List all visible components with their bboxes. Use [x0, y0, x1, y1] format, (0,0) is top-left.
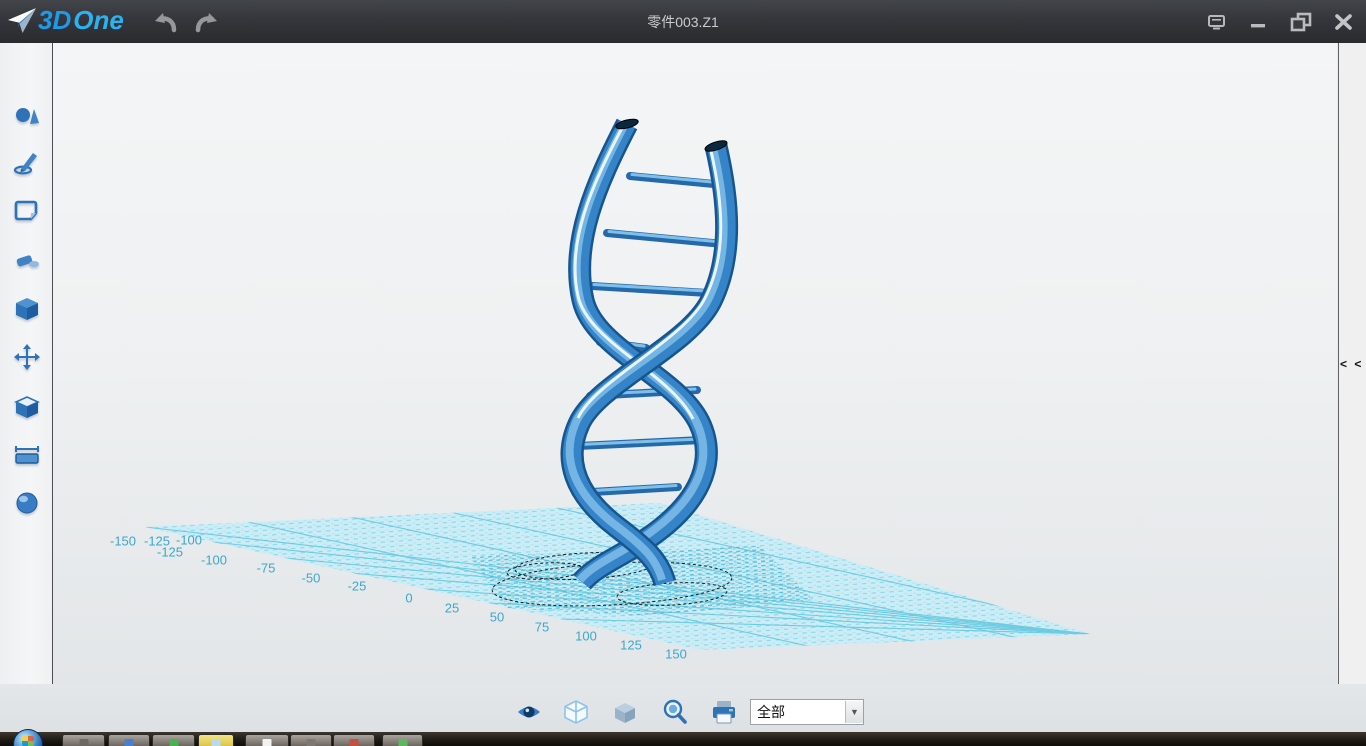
display-filter-dropdown[interactable]: 全部 ▼: [750, 699, 864, 725]
display-settings-button[interactable]: [1201, 8, 1231, 36]
sketch-draw-icon[interactable]: [13, 148, 41, 176]
taskbar-button[interactable]: [152, 734, 195, 746]
document-title: 零件003.Z1: [0, 0, 1366, 43]
move-transform-icon[interactable]: [13, 343, 41, 371]
grid-axis-label: -100: [201, 553, 227, 568]
material-sphere-icon[interactable]: [13, 489, 41, 517]
grid-axis-label: -25: [348, 579, 367, 594]
taskbar-button[interactable]: [333, 734, 375, 746]
windows-flag-icon: [22, 736, 34, 746]
grid-axis-label: 150: [665, 647, 687, 662]
grid-axis-label: -150: [110, 534, 136, 549]
taskbar-button[interactable]: [62, 734, 105, 746]
grid-axis-label: 75: [535, 620, 549, 635]
windows-taskbar: [0, 732, 1366, 746]
display-icon: [1208, 15, 1225, 30]
viewport-3d[interactable]: -150 -125 -100 -125 -100 -75 -50 -25 0 2…: [53, 43, 1337, 685]
display-filter-value: 全部: [751, 702, 845, 722]
print-icon[interactable]: [711, 699, 737, 725]
wireframe-cube-icon[interactable]: [563, 699, 589, 725]
extract-box-icon[interactable]: [13, 392, 41, 420]
close-button[interactable]: [1328, 8, 1358, 36]
taskbar-button[interactable]: [245, 734, 289, 746]
measure-ruler-icon[interactable]: [13, 441, 41, 469]
grid-axis-label: 125: [620, 638, 642, 653]
grid-axis-label: 0: [405, 591, 412, 606]
restore-button[interactable]: [1286, 8, 1316, 36]
taskbar-button[interactable]: [108, 734, 150, 746]
3done-application-window: 3D One 零件003.Z1: [0, 0, 1366, 746]
grid-axis-label: 100: [575, 629, 597, 644]
grid-axis-label: 25: [445, 601, 459, 616]
zoom-magnifier-icon[interactable]: [662, 699, 688, 725]
taskbar-button-folder[interactable]: [198, 734, 234, 746]
visibility-eye-icon[interactable]: [516, 699, 542, 725]
eraser-icon[interactable]: [13, 247, 41, 275]
sketch-plane-icon[interactable]: [13, 196, 41, 224]
bottom-toolbar: 全部 ▼: [0, 684, 1366, 732]
panel-collapse-toggle[interactable]: < <: [1340, 357, 1363, 371]
restore-icon: [1290, 12, 1312, 32]
taskbar-button[interactable]: [290, 734, 332, 746]
grid-axis-label: 50: [490, 610, 504, 625]
primitive-shapes-icon[interactable]: [13, 100, 41, 128]
left-toolbar: [0, 43, 53, 684]
solid-cube-icon[interactable]: [13, 295, 41, 323]
grid-axis-label: -125: [157, 545, 183, 560]
shaded-cube-icon[interactable]: [612, 699, 638, 725]
titlebar: 3D One 零件003.Z1: [0, 0, 1366, 43]
minimize-icon: [1250, 15, 1266, 29]
scene-canvas: [53, 43, 1337, 684]
taskbar-button[interactable]: [382, 734, 423, 746]
minimize-button[interactable]: [1243, 8, 1273, 36]
grid-axis-label: -50: [302, 571, 321, 586]
close-icon: [1335, 14, 1352, 30]
grid-axis-label: -75: [257, 561, 276, 576]
chevron-down-icon[interactable]: ▼: [845, 701, 863, 723]
